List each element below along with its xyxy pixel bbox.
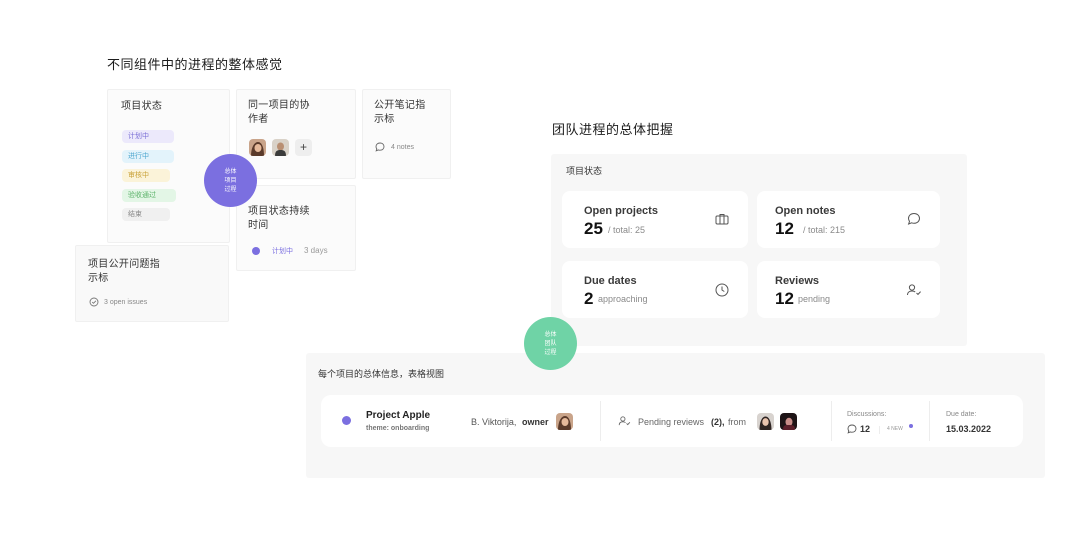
project-status-dot: [342, 416, 351, 425]
avatar[interactable]: [757, 413, 774, 430]
issues-count: 3 open issues: [104, 299, 148, 306]
notes-count: 4 notes: [391, 144, 414, 151]
new-dot: [909, 424, 913, 428]
chat-bubble-icon: [375, 142, 385, 152]
stat-value: 12: [775, 219, 794, 238]
owner-name: B. Viktorija,: [471, 417, 517, 427]
stat-label: Due dates: [584, 275, 637, 287]
briefcase-icon: [715, 214, 729, 225]
issues-card-title-line2: 示标: [88, 273, 109, 284]
project-theme: theme: onboarding: [366, 425, 430, 432]
divider: [879, 426, 880, 434]
duration-card-title-line2: 时间: [248, 220, 269, 231]
stat-reviews[interactable]: Reviews 12 pending: [757, 261, 940, 318]
add-collaborator-button[interactable]: +: [295, 139, 312, 156]
open-issues-card: 项目公开问题指 示标 3 open issues: [75, 245, 229, 322]
table-section-title: 每个项目的总体信息，表格视图: [318, 370, 445, 380]
stat-value: 2: [584, 289, 594, 308]
collaborators-card-title-line1: 同一项目的协: [248, 100, 310, 111]
stat-label: Open projects: [584, 205, 658, 217]
stat-value: 25: [584, 219, 603, 238]
avatar[interactable]: [780, 413, 797, 430]
status-dot: [252, 247, 260, 255]
chat-bubble-icon: [847, 424, 857, 434]
stat-due-dates[interactable]: Due dates 2 approaching: [562, 261, 748, 318]
clock-icon: [715, 283, 729, 297]
collaborators-card-title-line2: 作者: [248, 114, 269, 125]
stats-panel: 项目状态 Open projects 25 / total: 25 Open n…: [551, 154, 967, 346]
discussions-label: Discussions:: [847, 411, 887, 418]
bubble-line: 过程: [224, 186, 237, 193]
duration-days: 3 days: [304, 246, 328, 255]
stat-sub: approaching: [598, 294, 648, 304]
status-duration-card: 项目状态持续 时间 计划中 3 days: [236, 185, 356, 271]
avatar[interactable]: [556, 413, 573, 430]
stat-value: 12: [775, 289, 794, 308]
section-heading-components: 不同组件中的进程的整体感觉: [107, 58, 283, 73]
notes-card: 公开笔记指 示标 4 notes: [362, 89, 451, 179]
check-circle-icon: [89, 297, 99, 307]
bubble-line: 总体: [224, 168, 237, 175]
stat-sub: pending: [798, 294, 831, 304]
collaborators-card: 同一项目的协 作者 +: [236, 89, 356, 179]
new-discussions-badge: 4 NEW: [887, 426, 903, 432]
status-tag-in-progress[interactable]: 进行中: [122, 150, 174, 163]
due-date-label: Due date:: [946, 411, 977, 418]
pending-reviews-from: from: [728, 417, 746, 427]
owner-role: owner: [522, 417, 549, 427]
overall-team-process-bubble: 总体 团队 过程: [524, 317, 577, 370]
avatar[interactable]: [249, 139, 266, 156]
bubble-line: 项目: [224, 177, 237, 184]
divider: [831, 401, 832, 441]
stats-panel-title: 项目状态: [566, 167, 603, 177]
bubble-line: 团队: [544, 340, 557, 347]
duration-status: 计划中: [272, 247, 293, 255]
stat-open-projects[interactable]: Open projects 25 / total: 25: [562, 191, 748, 248]
notes-card-title-line1: 公开笔记指: [374, 100, 426, 111]
stat-sub: / total: 215: [803, 225, 846, 235]
user-check-icon: [618, 416, 631, 426]
user-check-icon: [907, 284, 921, 296]
divider: [600, 401, 601, 441]
divider: [929, 401, 930, 441]
status-tag-reviewing[interactable]: 审核中: [122, 169, 170, 182]
stat-label: Open notes: [775, 205, 836, 217]
status-tag-planned[interactable]: 计划中: [122, 130, 174, 143]
status-tag-accepted[interactable]: 验收通过: [122, 189, 176, 202]
table-row[interactable]: Project Apple theme: onboarding B. Vikto…: [321, 395, 1023, 447]
stat-label: Reviews: [775, 275, 820, 287]
stat-sub: / total: 25: [608, 225, 646, 235]
avatar[interactable]: [272, 139, 289, 156]
overall-project-process-bubble: 总体 项目 过程: [204, 154, 257, 207]
table-section: 每个项目的总体信息，表格视图 Project Apple theme: onbo…: [306, 353, 1045, 478]
duration-card-title-line1: 项目状态持续: [248, 206, 310, 217]
issues-card-title-line1: 项目公开问题指: [88, 259, 161, 270]
bubble-line: 过程: [544, 349, 557, 356]
status-card-title: 项目状态: [121, 101, 163, 112]
stat-open-notes[interactable]: Open notes 12 / total: 215: [757, 191, 940, 248]
status-tag-finished[interactable]: 结束: [122, 208, 170, 221]
project-name[interactable]: Project Apple: [366, 410, 430, 421]
chat-bubble-icon: [907, 212, 921, 225]
pending-reviews-text: Pending reviews: [638, 417, 705, 427]
section-heading-team: 团队进程的总体把握: [552, 123, 674, 138]
discussions-count[interactable]: 12: [860, 424, 870, 434]
notes-card-title-line2: 示标: [374, 114, 395, 125]
due-date-value: 15.03.2022: [946, 424, 992, 434]
pending-reviews-count: (2),: [711, 417, 725, 427]
bubble-line: 总体: [544, 331, 557, 338]
